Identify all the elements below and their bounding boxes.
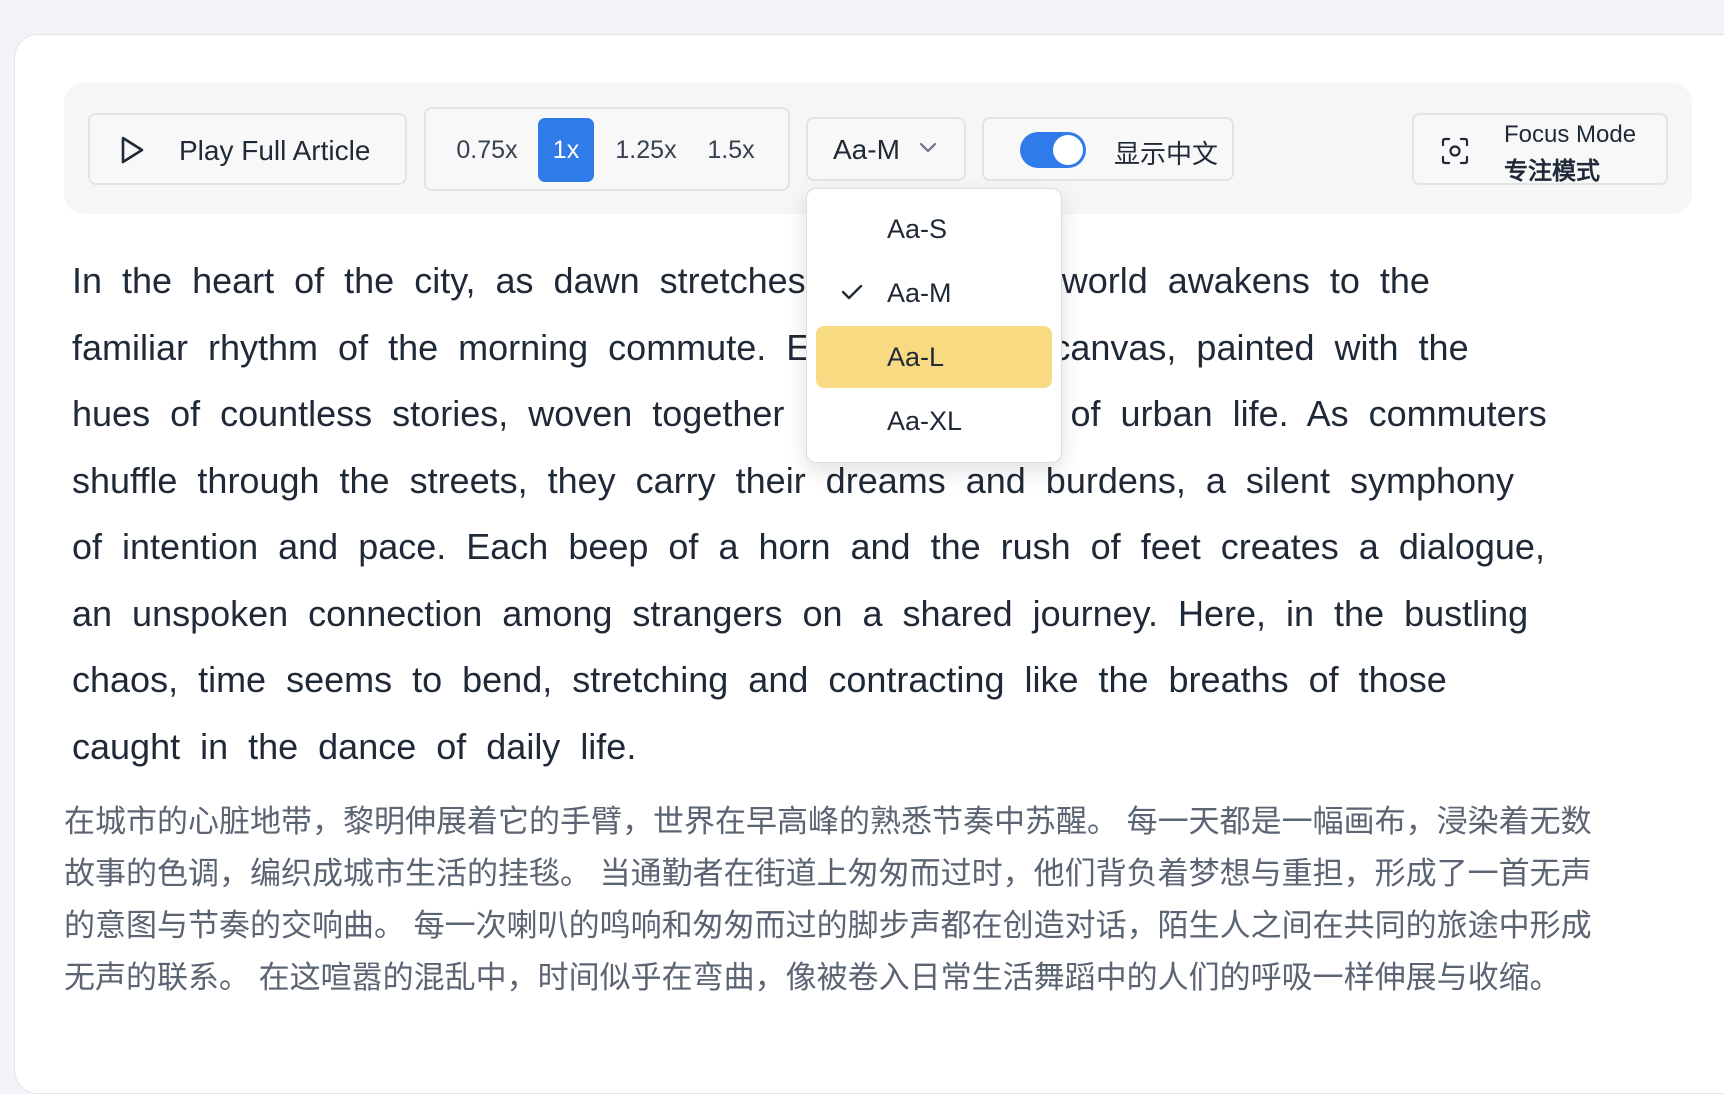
font-size-select[interactable]: Aa-M xyxy=(806,117,966,181)
font-size-dropdown: Aa-S Aa-M Aa-L Aa-XL xyxy=(806,188,1062,463)
show-chinese-toggle[interactable] xyxy=(1020,132,1086,168)
article-chinese: 在城市的心脏地带，黎明伸展着它的手臂，世界在早高峰的熟悉节奏中苏醒。 每一天都是… xyxy=(64,796,1664,1004)
english-line: caught in the dance of daily life. xyxy=(72,725,637,767)
play-icon xyxy=(121,136,144,164)
speed-option-0.75x[interactable]: 0.75x xyxy=(444,118,530,182)
focus-mode-label-zh: 专注模式 xyxy=(1504,158,1600,185)
speed-option-1.5x[interactable]: 1.5x xyxy=(696,118,766,182)
toggle-knob xyxy=(1053,135,1083,165)
font-size-option-m[interactable]: Aa-M xyxy=(816,262,1052,324)
english-line: an unspoken connection among strangers o… xyxy=(72,592,1529,634)
speed-selector: 0.75x 1x 1.25x 1.5x xyxy=(424,107,790,191)
chinese-line: 的意图与节奏的交响曲。 每一次喇叭的鸣响和匆匆而过的脚步声都在创造对话，陌生人之… xyxy=(64,908,1592,943)
font-size-option-l[interactable]: Aa-L xyxy=(816,326,1052,388)
font-size-value: Aa-M xyxy=(833,134,900,165)
play-full-article-button[interactable]: Play Full Article xyxy=(88,113,407,185)
focus-mode-label-en: Focus Mode xyxy=(1504,121,1637,148)
chinese-line: 无声的联系。 在这喧嚣的混乱中，时间似乎在弯曲，像被卷入日常生活舞蹈中的人们的呼… xyxy=(64,960,1561,995)
english-line: of intention and pace. Each beep of a ho… xyxy=(72,526,1545,567)
focus-icon xyxy=(1441,137,1469,165)
play-label: Play Full Article xyxy=(179,135,371,166)
speed-option-1x[interactable]: 1x xyxy=(538,118,594,182)
font-size-option-s[interactable]: Aa-S xyxy=(816,198,1052,260)
option-label: Aa-L xyxy=(887,342,945,372)
chevron-down-icon xyxy=(919,142,937,153)
show-chinese-control: 显示中文 xyxy=(982,117,1234,181)
option-label: Aa-M xyxy=(887,278,952,308)
chinese-line: 故事的色调，编织成城市生活的挂毯。 当通勤者在街道上匆匆而过时，他们背负着梦想与… xyxy=(64,856,1592,891)
show-chinese-label: 显示中文 xyxy=(1114,139,1219,169)
english-line: chaos, time seems to bend, stretching an… xyxy=(72,659,1447,700)
speed-option-1.25x[interactable]: 1.25x xyxy=(606,118,686,182)
focus-mode-button[interactable]: Focus Mode 专注模式 xyxy=(1412,113,1668,185)
checkmark-icon xyxy=(841,284,863,300)
font-size-option-xl[interactable]: Aa-XL xyxy=(816,390,1052,452)
option-label: Aa-S xyxy=(887,214,948,244)
chinese-line: 在城市的心脏地带，黎明伸展着它的手臂，世界在早高峰的熟悉节奏中苏醒。 每一天都是… xyxy=(64,804,1592,839)
option-label: Aa-XL xyxy=(887,406,963,436)
